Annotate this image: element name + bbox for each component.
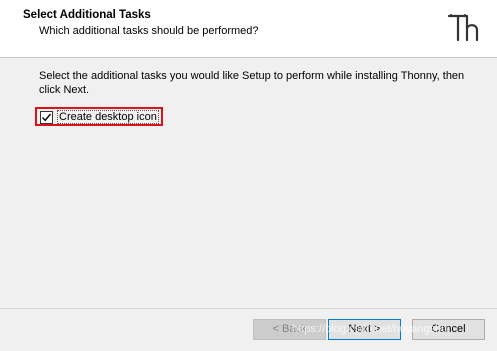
instruction-text: Select the additional tasks you would li… (39, 70, 465, 96)
page-title: Select Additional Tasks (23, 9, 151, 21)
page-subtitle: Which additional tasks should be perform… (39, 25, 259, 37)
desktop-icon-checkbox[interactable] (40, 110, 53, 124)
checkmark-icon (41, 113, 52, 121)
footer-divider (0, 308, 497, 309)
cancel-button[interactable]: Cancel (412, 319, 485, 340)
desktop-icon-label[interactable]: Create desktop icon (57, 110, 159, 124)
next-button[interactable]: Next > (328, 319, 401, 340)
task-create-desktop-icon[interactable]: Create desktop icon (40, 110, 159, 124)
back-button[interactable]: < Back (253, 319, 326, 340)
wizard-header: Select Additional Tasks Which additional… (0, 0, 497, 58)
thonny-logo-icon (447, 12, 479, 44)
